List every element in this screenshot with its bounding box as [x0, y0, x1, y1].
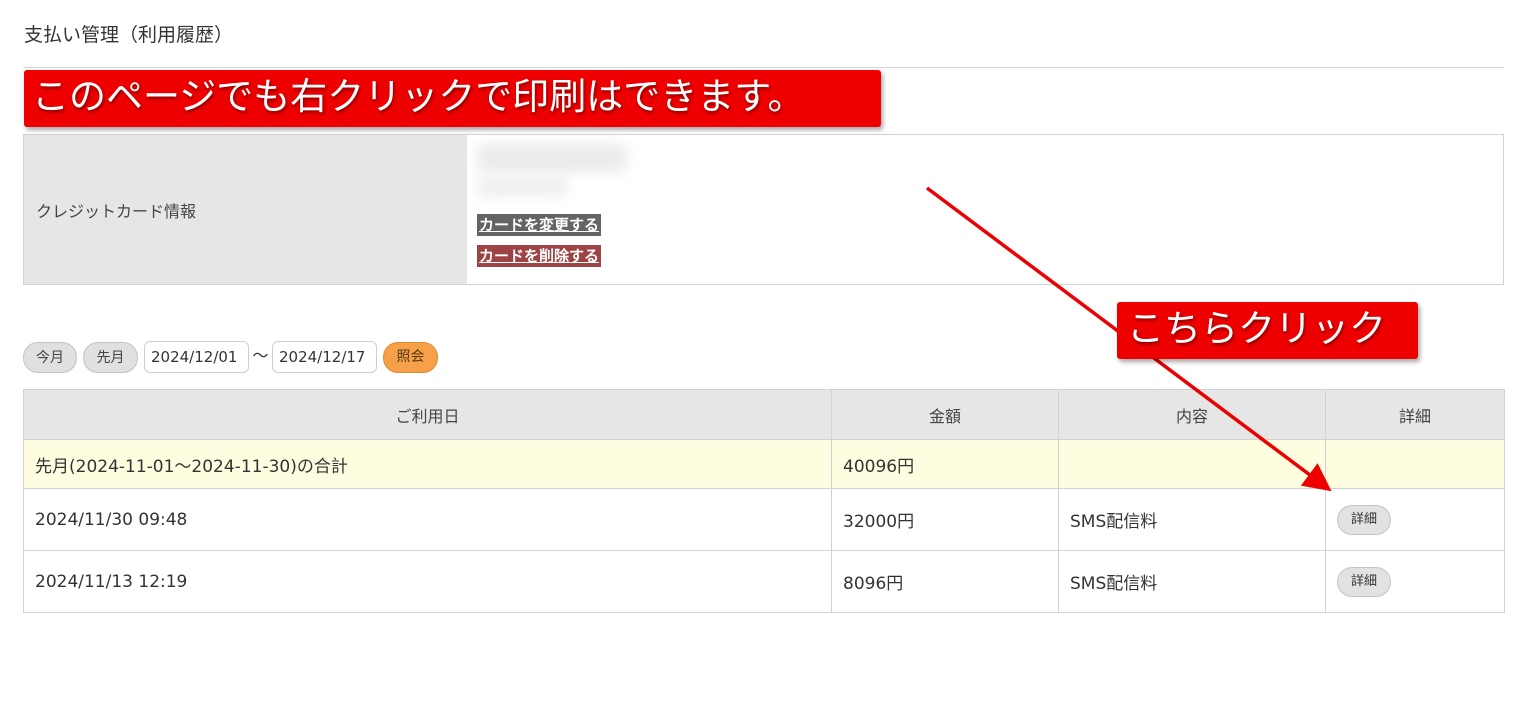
this-month-button[interactable]: 今月 [23, 342, 77, 373]
search-button[interactable]: 照会 [383, 342, 438, 373]
date-from-input[interactable]: 2024/12/01 [144, 341, 249, 373]
row-content: SMS配信料 [1058, 488, 1326, 551]
credit-card-section: クレジットカード情報 カードを変更する カードを削除する [23, 134, 1504, 285]
header-content: 内容 [1058, 389, 1326, 440]
row-detail-cell: 詳細 [1325, 488, 1505, 551]
delete-card-button[interactable]: カードを削除する [477, 245, 602, 267]
header-usage-date: ご利用日 [23, 389, 832, 440]
total-label: 先月(2024-11-01〜2024-11-30)の合計 [23, 439, 832, 489]
last-month-button[interactable]: 先月 [83, 342, 138, 373]
row-date: 2024/11/13 12:19 [23, 550, 832, 613]
annotation-banner: このページでも右クリックで印刷はできます。 [24, 70, 881, 127]
total-content [1058, 439, 1326, 489]
annotation-callout: こちらクリック [1117, 302, 1418, 359]
detail-button[interactable]: 詳細 [1337, 566, 1391, 597]
blurred-card-expiry [477, 175, 567, 197]
usage-history-table: ご利用日 金額 内容 詳細 先月(2024-11-01〜2024-11-30)の… [23, 389, 1505, 613]
date-to-input[interactable]: 2024/12/17 [272, 341, 377, 373]
blurred-card-number [477, 143, 627, 173]
credit-card-label: クレジットカード情報 [24, 135, 467, 284]
table-row: 2024/11/30 09:48 32000円 SMS配信料 詳細 [23, 488, 1505, 551]
page-title: 支払い管理（利用履歴） [24, 24, 234, 46]
header-amount: 金額 [831, 389, 1059, 440]
total-amount: 40096円 [831, 439, 1059, 489]
total-row: 先月(2024-11-01〜2024-11-30)の合計 40096円 [23, 439, 1505, 489]
title-divider [23, 67, 1504, 68]
change-card-button[interactable]: カードを変更する [477, 214, 602, 236]
total-detail [1325, 439, 1505, 489]
row-detail-cell: 詳細 [1325, 550, 1505, 613]
credit-card-info: カードを変更する カードを削除する [467, 135, 1503, 284]
row-content: SMS配信料 [1058, 550, 1326, 613]
header-detail: 詳細 [1325, 389, 1505, 440]
detail-button[interactable]: 詳細 [1337, 504, 1391, 535]
date-range-separator: 〜 [252, 346, 269, 365]
row-date: 2024/11/30 09:48 [23, 488, 832, 551]
table-row: 2024/11/13 12:19 8096円 SMS配信料 詳細 [23, 550, 1505, 613]
row-amount: 8096円 [831, 550, 1059, 613]
row-amount: 32000円 [831, 488, 1059, 551]
table-header-row: ご利用日 金額 内容 詳細 [23, 389, 1505, 440]
